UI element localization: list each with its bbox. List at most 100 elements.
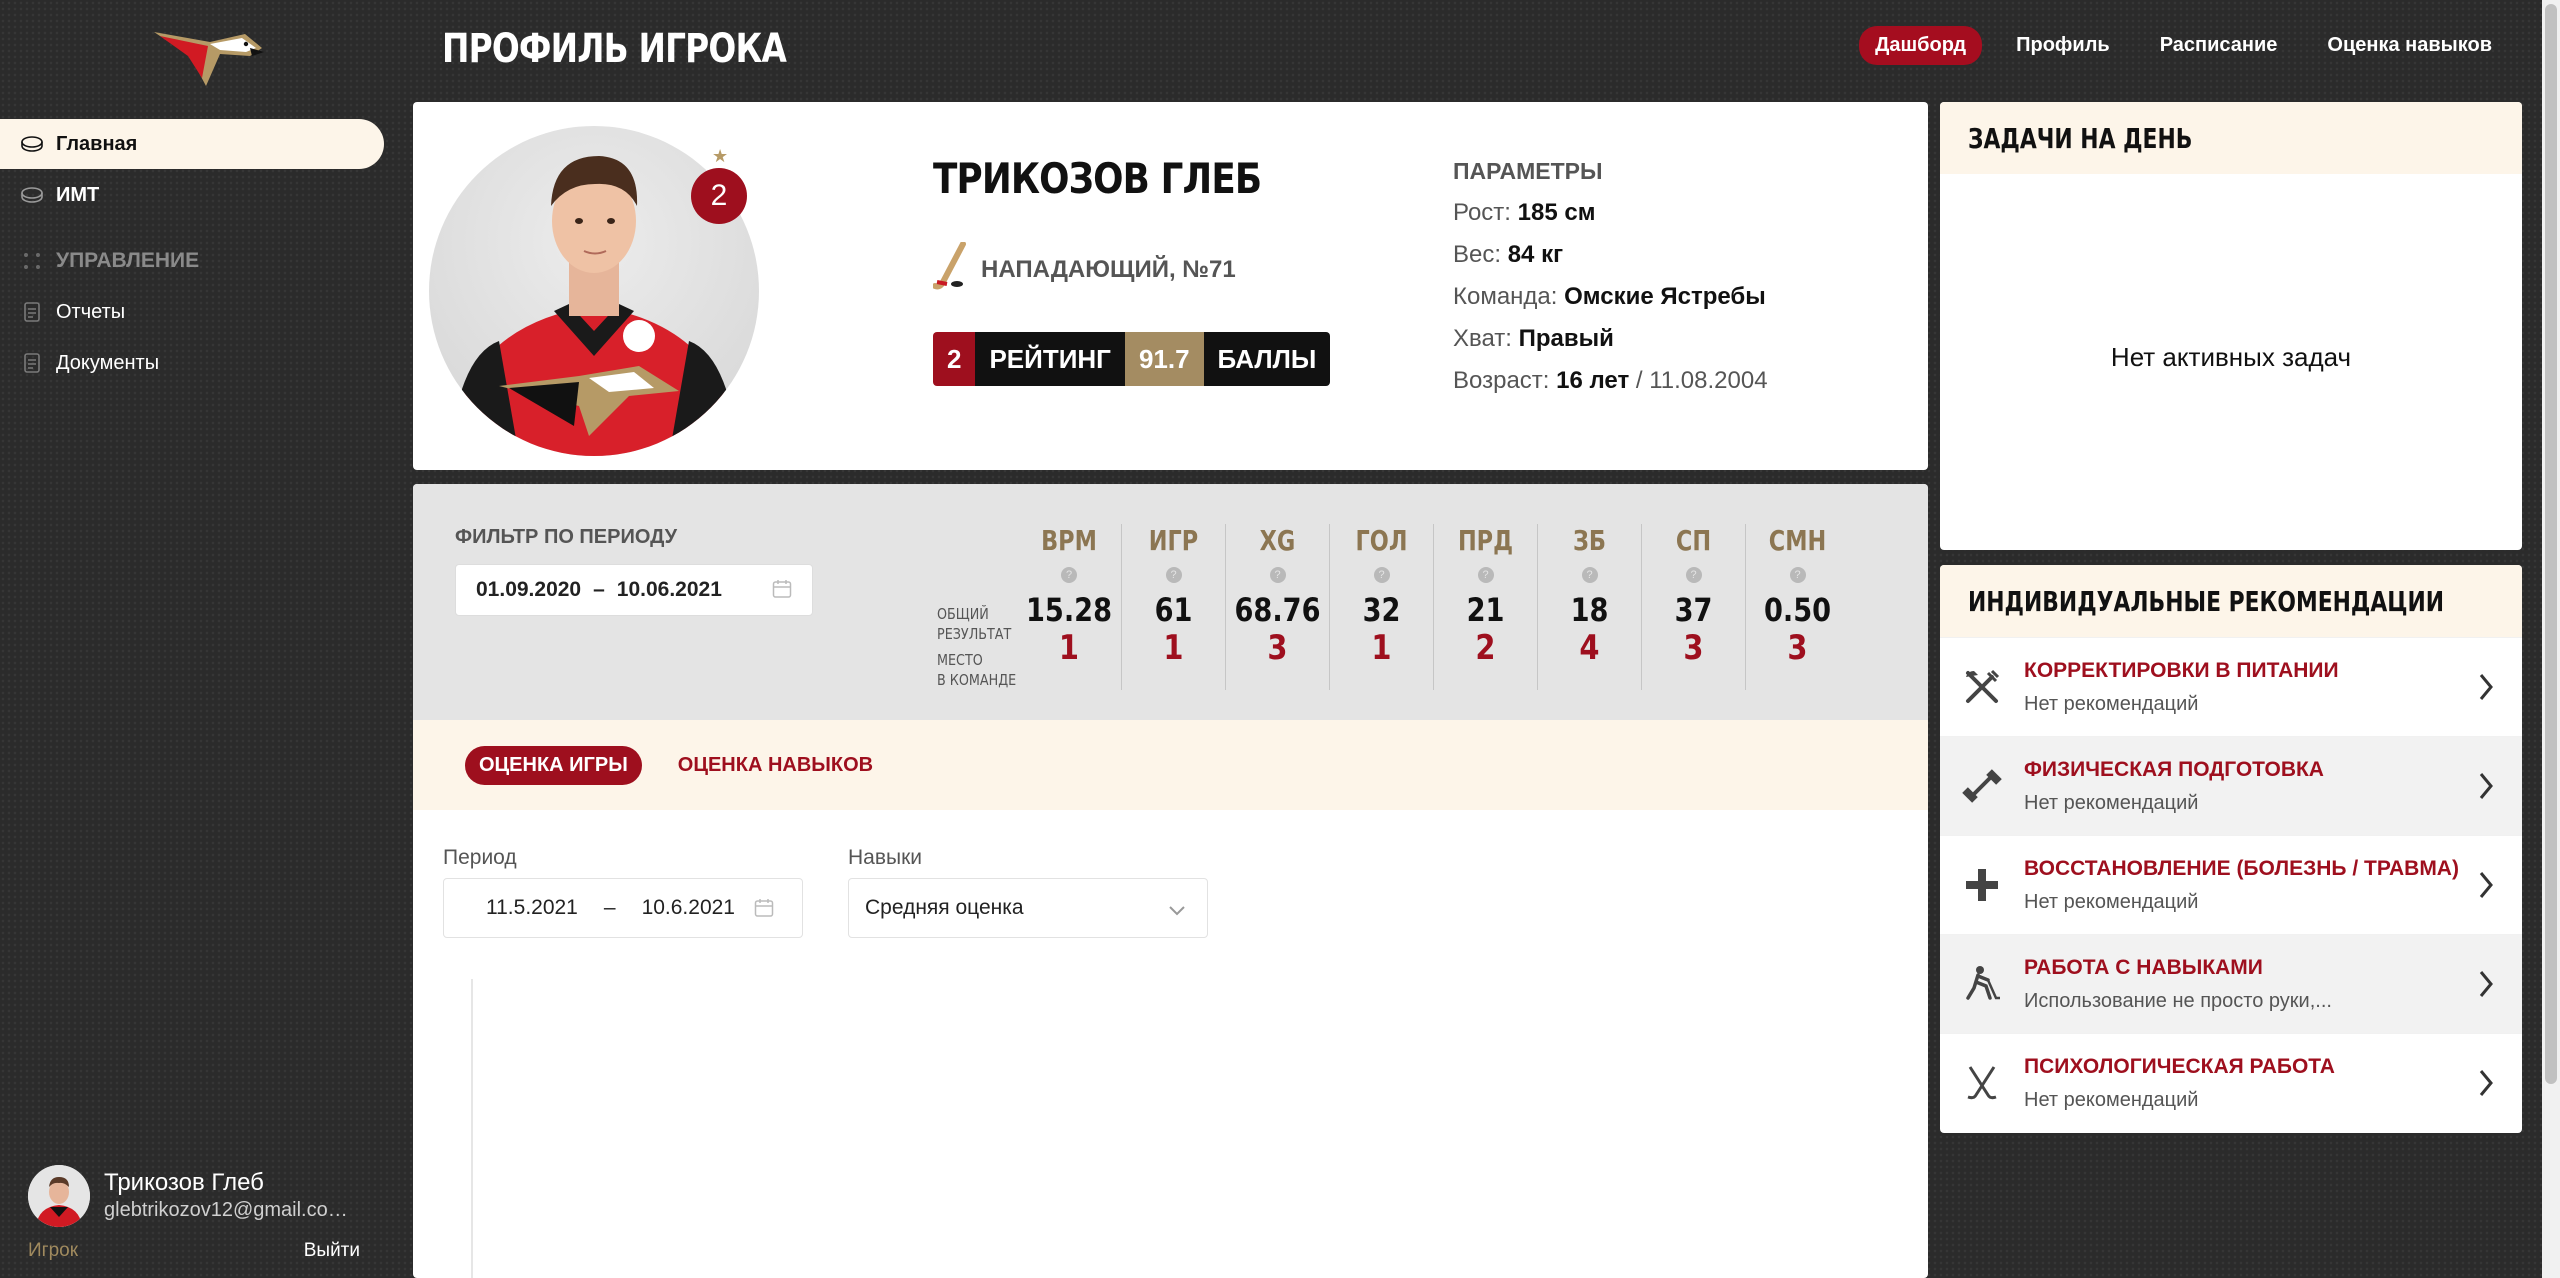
recommendations-header: ИНДИВИДУАЛЬНЫЕ РЕКОМЕНДАЦИИ bbox=[1940, 565, 2522, 637]
rating-place: 2 bbox=[933, 332, 976, 386]
scrollbar-thumb[interactable] bbox=[2545, 4, 2557, 1084]
stats-summary: ФИЛЬТР ПО ПЕРИОДУ 01.09.2020 – 10.06.202… bbox=[413, 484, 1928, 720]
rating-score: 91.7 bbox=[1124, 332, 1204, 386]
chevron-down-icon bbox=[1167, 899, 1187, 923]
evaluation-tabs: ОЦЕНКА ИГРЫ ОЦЕНКА НАВЫКОВ bbox=[413, 720, 1928, 810]
stat-column: СМН? 0.50 3 bbox=[1745, 524, 1849, 690]
document-icon bbox=[20, 351, 44, 375]
grid-dots-icon bbox=[20, 249, 44, 273]
club-logo[interactable] bbox=[150, 26, 265, 92]
player-profile-card: ★ 2 ТРИКОЗОВ ГЛЕБ НАПАДАЮЩИЙ, №71 2 РЕЙТ… bbox=[413, 102, 1928, 470]
rank-badge: 2 bbox=[691, 168, 747, 224]
period-filter-input[interactable]: 01.09.2020 – 10.06.2021 bbox=[455, 564, 813, 616]
sidebar-item-label: ИМТ bbox=[56, 183, 100, 206]
calendar-icon bbox=[754, 898, 774, 924]
help-icon: ? bbox=[1373, 567, 1390, 583]
calendar-icon bbox=[772, 579, 792, 605]
chart-axis bbox=[471, 979, 473, 1278]
sidebar-section-management: УПРАВЛЕНИЕ bbox=[0, 236, 384, 286]
nav-profile[interactable]: Профиль bbox=[2000, 26, 2126, 65]
period-label: Период bbox=[443, 846, 517, 869]
help-icon: ? bbox=[1061, 567, 1077, 583]
sidebar-item-main[interactable]: Главная bbox=[0, 119, 384, 169]
skills-label: Навыки bbox=[848, 846, 923, 869]
top-navigation: Дашборд Профиль Расписание Оценка навыко… bbox=[1859, 26, 2508, 65]
nav-skills[interactable]: Оценка навыков bbox=[2311, 26, 2508, 65]
chevron-right-icon bbox=[2478, 1068, 2494, 1103]
fork-knife-icon bbox=[1960, 665, 2004, 709]
player-position: НАПАДАЮЩИЙ, №71 bbox=[932, 241, 1236, 297]
sidebar-item-label: Главная bbox=[56, 132, 138, 155]
sidebar-item-bmi[interactable]: ИМТ bbox=[0, 170, 384, 220]
sidebar: Главная ИМТ УПРАВЛЕНИЕ Отчеты Документы bbox=[0, 119, 384, 389]
help-icon: ? bbox=[1165, 567, 1182, 583]
crossed-sticks-icon bbox=[1960, 1061, 2004, 1105]
user-name: Трикозов Глеб bbox=[104, 1169, 264, 1196]
sidebar-item-label: Отчеты bbox=[56, 300, 126, 323]
star-icon: ★ bbox=[712, 146, 729, 166]
stats-panel: ФИЛЬТР ПО ПЕРИОДУ 01.09.2020 – 10.06.202… bbox=[413, 484, 1928, 1278]
stat-column: XG? 68.76 3 bbox=[1225, 524, 1329, 690]
dumbbell-icon bbox=[1960, 764, 2004, 808]
document-icon bbox=[20, 300, 44, 324]
param-grip: Хват: Правый bbox=[1453, 325, 1614, 352]
daily-tasks-card: ЗАДАЧИ НА ДЕНЬ Нет активных задач bbox=[1940, 102, 2522, 550]
param-weight: Вес: 84 кг bbox=[1453, 241, 1564, 268]
tab-game-evaluation[interactable]: ОЦЕНКА ИГРЫ bbox=[465, 745, 642, 785]
rating-score-label: БАЛЛЫ bbox=[1203, 332, 1331, 386]
skills-select[interactable]: Средняя оценка bbox=[848, 878, 1208, 938]
param-age: Возраст: 16 лет / 11.08.2004 bbox=[1453, 367, 1768, 394]
chevron-right-icon bbox=[2478, 672, 2494, 707]
chevron-right-icon bbox=[2478, 771, 2494, 806]
help-icon: ? bbox=[1269, 567, 1286, 583]
help-icon: ? bbox=[1581, 567, 1598, 583]
logout-button[interactable]: Выйти bbox=[304, 1240, 360, 1262]
reco-recovery[interactable]: ВОССТАНОВЛЕНИЕ (БОЛЕЗНЬ / ТРАВМА) Нет ре… bbox=[1940, 835, 2522, 934]
param-height: Рост: 185 см bbox=[1453, 199, 1596, 226]
period-input[interactable]: 11.5.2021 – 10.6.2021 bbox=[443, 878, 803, 938]
stat-column: ГОЛ? 32 1 bbox=[1329, 524, 1433, 690]
user-role: Игрок bbox=[28, 1240, 79, 1261]
rating-badge: 2 РЕЙТИНГ 91.7 БАЛЛЫ bbox=[933, 332, 1331, 386]
tasks-empty-message: Нет активных задач bbox=[2110, 342, 2352, 372]
hockey-player-icon bbox=[1960, 962, 2004, 1006]
puck-icon bbox=[20, 132, 44, 156]
sidebar-item-label: Документы bbox=[56, 351, 160, 374]
tab-skills-evaluation[interactable]: ОЦЕНКА НАВЫКОВ bbox=[664, 746, 887, 785]
recommendations-card: ИНДИВИДУАЛЬНЫЕ РЕКОМЕНДАЦИИ КОРРЕКТИРОВК… bbox=[1940, 565, 2522, 1133]
hockey-stick-icon bbox=[932, 241, 967, 297]
position-label: НАПАДАЮЩИЙ, №71 bbox=[981, 255, 1236, 283]
reco-physical[interactable]: ФИЗИЧЕСКАЯ ПОДГОТОВКА Нет рекомендаций bbox=[1940, 736, 2522, 835]
nav-dashboard[interactable]: Дашборд bbox=[1859, 26, 1983, 65]
stat-column: ПРД? 21 2 bbox=[1433, 524, 1537, 690]
reco-psychology[interactable]: ПСИХОЛОГИЧЕСКАЯ РАБОТА Нет рекомендаций bbox=[1940, 1033, 2522, 1132]
player-name: ТРИКОЗОВ ГЛЕБ bbox=[933, 154, 1262, 203]
help-icon: ? bbox=[1477, 567, 1494, 583]
reco-skills[interactable]: РАБОТА С НАВЫКАМИ Использование не прост… bbox=[1940, 934, 2522, 1033]
avatar[interactable] bbox=[28, 1165, 90, 1227]
sidebar-item-reports[interactable]: Отчеты bbox=[0, 287, 384, 337]
help-icon: ? bbox=[1685, 567, 1702, 583]
help-icon: ? bbox=[1789, 567, 1806, 583]
stat-column: ВРМ? 15.28 1 bbox=[1025, 524, 1113, 668]
user-email: glebtrikozov12@gmail.com... bbox=[104, 1199, 359, 1221]
daily-tasks-header: ЗАДАЧИ НА ДЕНЬ bbox=[1940, 102, 2522, 174]
stat-column: ЗБ? 18 4 bbox=[1537, 524, 1641, 690]
stat-column: СП? 37 3 bbox=[1641, 524, 1745, 690]
stat-column: ИГР? 61 1 bbox=[1121, 524, 1225, 690]
sidebar-section-label: УПРАВЛЕНИЕ bbox=[56, 249, 200, 272]
chevron-right-icon bbox=[2478, 969, 2494, 1004]
player-params: ПАРАМЕТРЫ Рост: 185 см Вес: 84 кг Команд… bbox=[1453, 158, 1768, 409]
reco-nutrition[interactable]: КОРРЕКТИРОВКИ В ПИТАНИИ Нет рекомендаций bbox=[1940, 637, 2522, 736]
puck-icon bbox=[20, 183, 44, 207]
plus-icon bbox=[1960, 863, 2004, 907]
sidebar-item-documents[interactable]: Документы bbox=[0, 338, 384, 388]
page-title: ПРОФИЛЬ ИГРОКА bbox=[442, 26, 787, 72]
page-scrollbar[interactable] bbox=[2542, 0, 2560, 1278]
param-team: Команда: Омские Ястребы bbox=[1453, 283, 1766, 310]
rating-label: РЕЙТИНГ bbox=[975, 332, 1125, 386]
period-filter-label: ФИЛЬТР ПО ПЕРИОДУ bbox=[455, 526, 678, 548]
nav-schedule[interactable]: Расписание bbox=[2144, 26, 2294, 65]
params-title: ПАРАМЕТРЫ bbox=[1453, 158, 1603, 184]
chevron-right-icon bbox=[2478, 870, 2494, 905]
